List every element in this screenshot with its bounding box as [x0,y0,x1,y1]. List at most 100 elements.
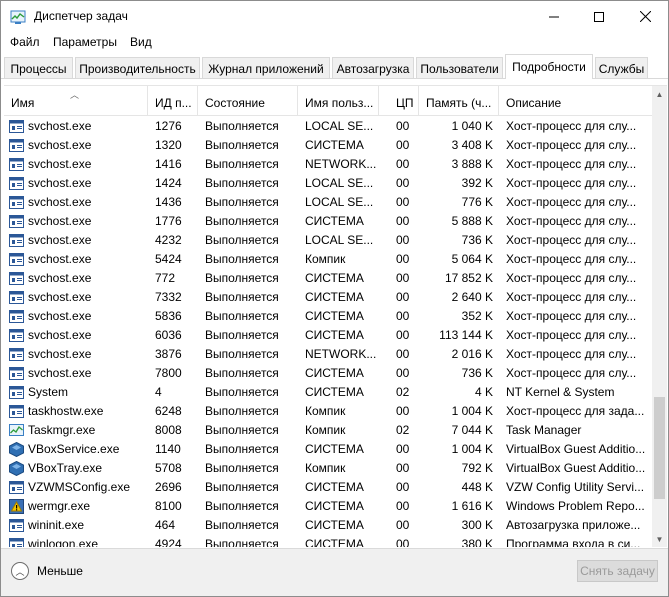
cell-status: Выполняется [205,366,279,380]
cell-memory: 1 004 K [451,442,493,456]
column-header-user[interactable]: Имя польз... [298,86,379,116]
cell-pid: 7800 [155,366,182,380]
cell-name: svchost.exe [28,214,92,228]
column-header-description[interactable]: Описание [499,86,652,116]
table-row[interactable]: svchost.exe 7800 Выполняется СИСТЕМА 00 736 K… [4,364,652,383]
menu-options[interactable]: Параметры [53,35,117,49]
table-row[interactable]: wermgr.exe 8100 Выполняется СИСТЕМА 00 1 616 … [4,497,652,516]
cell-description: Task Manager [506,423,582,437]
table-row[interactable]: svchost.exe 1424 Выполняется LOCAL SE... 00 3… [4,174,652,193]
column-header-memory[interactable]: Память (ч... [419,86,499,116]
minimize-button[interactable] [531,1,577,32]
table-row[interactable]: wininit.exe 464 Выполняется СИСТЕМА 00 300 K А… [4,516,652,535]
column-header-pid[interactable]: ИД п... [148,86,198,116]
cell-status: Выполняется [205,385,279,399]
table-row[interactable]: svchost.exe 1320 Выполняется СИСТЕМА 00 3 408… [4,136,652,155]
table-row[interactable]: taskhostw.exe 6248 Выполняется Компик 00 1 00… [4,402,652,421]
cell-pid: 2696 [155,480,182,494]
table-row[interactable]: VBoxService.exe 1140 Выполняется СИСТЕМА 00 1… [4,440,652,459]
cell-user: Компик [305,252,346,266]
table-row[interactable]: svchost.exe 3876 Выполняется NETWORK... 00 2 … [4,345,652,364]
tab-processes[interactable]: Процессы [4,57,73,79]
cell-pid: 5424 [155,252,182,266]
task-manager-app-icon [10,10,26,24]
cell-user: СИСТЕМА [305,138,364,152]
cell-status: Выполняется [205,176,279,190]
end-task-button[interactable]: Снять задачу [577,560,658,582]
scrollbar-thumb[interactable] [654,397,665,499]
cell-description: NT Kernel & System [506,385,615,399]
cell-name: svchost.exe [28,309,92,323]
maximize-button[interactable] [576,1,622,32]
cell-description: Хост-процесс для слу... [506,119,637,133]
cell-cpu: 00 [396,309,410,323]
column-header-name[interactable]: ︿ Имя [4,86,148,116]
fewer-details-link[interactable]: Меньше [37,564,83,578]
menu-file[interactable]: Файл [10,35,40,49]
cell-cpu: 00 [396,290,410,304]
tab-users[interactable]: Пользователи [416,57,503,79]
cell-pid: 8008 [155,423,182,437]
close-icon [639,11,651,22]
column-header-cpu[interactable]: ЦП [379,86,419,116]
table-row[interactable]: svchost.exe 1416 Выполняется NETWORK... 00 3 … [4,155,652,174]
cell-status: Выполняется [205,461,279,475]
cell-name: svchost.exe [28,252,92,266]
table-row[interactable]: VZWMSConfig.exe 2696 Выполняется СИСТЕМА 00 4… [4,478,652,497]
cell-pid: 4232 [155,233,182,247]
vertical-scrollbar[interactable]: ▲ ▼ [652,86,667,547]
cell-user: СИСТЕМА [305,480,364,494]
cell-name: wermgr.exe [28,499,91,513]
table-header: ︿ Имя ИД п... Состояние Имя польз... ЦП … [4,86,652,116]
cell-description: Хост-процесс для слу... [506,366,637,380]
table-row[interactable]: svchost.exe 4232 Выполняется LOCAL SE... 00 7… [4,231,652,250]
table-row[interactable]: svchost.exe 772 Выполняется СИСТЕМА 00 17 852… [4,269,652,288]
cell-pid: 1276 [155,119,182,133]
cell-pid: 8100 [155,499,182,513]
table-row[interactable]: svchost.exe 1436 Выполняется LOCAL SE... 00 7… [4,193,652,212]
table-row[interactable]: VBoxTray.exe 5708 Выполняется Компик 00 792 K… [4,459,652,478]
cell-user: LOCAL SE... [305,233,374,247]
title-bar[interactable]: Диспетчер задач [1,1,668,32]
table-row[interactable]: svchost.exe 1776 Выполняется СИСТЕМА 00 5 888… [4,212,652,231]
table-row[interactable]: svchost.exe 6036 Выполняется СИСТЕМА 00 113 1… [4,326,652,345]
table-row[interactable]: svchost.exe 1276 Выполняется LOCAL SE... 00 1… [4,117,652,136]
cell-description: Автозагрузка приложе... [506,518,641,532]
table-row[interactable]: winlogon.exe 4924 Выполняется СИСТЕМА 00 380 … [4,535,652,547]
cell-name: taskhostw.exe [28,404,104,418]
collapse-chevron-icon[interactable]: ︿ [11,562,29,580]
sort-ascending-icon: ︿ [70,90,80,100]
cell-status: Выполняется [205,233,279,247]
cell-pid: 4 [155,385,162,399]
table-row[interactable]: svchost.exe 5836 Выполняется СИСТЕМА 00 352 K… [4,307,652,326]
cell-user: СИСТЕМА [305,309,364,323]
cell-name: VBoxTray.exe [28,461,103,475]
cell-description: Хост-процесс для слу... [506,195,637,209]
cell-user: СИСТЕМА [305,214,364,228]
table-row[interactable]: Taskmgr.exe 8008 Выполняется Компик 02 7 044 … [4,421,652,440]
cell-status: Выполняется [205,214,279,228]
menu-bar: Файл Параметры Вид [1,33,668,53]
cell-name: Taskmgr.exe [28,423,96,437]
tab-app-history[interactable]: Журнал приложений [202,57,330,79]
cell-memory: 3 888 K [451,157,493,171]
table-row[interactable]: System 4 Выполняется СИСТЕМА 02 4 K NT Kernel … [4,383,652,402]
cell-memory: 792 K [461,461,493,475]
tab-startup[interactable]: Автозагрузка [332,57,414,79]
scroll-up-icon[interactable]: ▲ [652,86,667,103]
table-row[interactable]: svchost.exe 7332 Выполняется СИСТЕМА 00 2 640… [4,288,652,307]
column-header-status[interactable]: Состояние [198,86,298,116]
cell-cpu: 00 [396,233,410,247]
tab-details[interactable]: Подробности [505,54,593,79]
tab-performance[interactable]: Производительность [75,57,200,79]
cell-status: Выполняется [205,252,279,266]
cell-memory: 3 408 K [451,138,493,152]
cell-cpu: 00 [396,195,410,209]
window-title: Диспетчер задач [34,9,128,23]
table-row[interactable]: svchost.exe 5424 Выполняется Компик 00 5 064 … [4,250,652,269]
tab-services[interactable]: Службы [595,57,648,79]
menu-view[interactable]: Вид [130,35,152,49]
scroll-down-icon[interactable]: ▼ [652,531,667,547]
close-button[interactable] [622,1,668,32]
cell-user: СИСТЕМА [305,290,364,304]
